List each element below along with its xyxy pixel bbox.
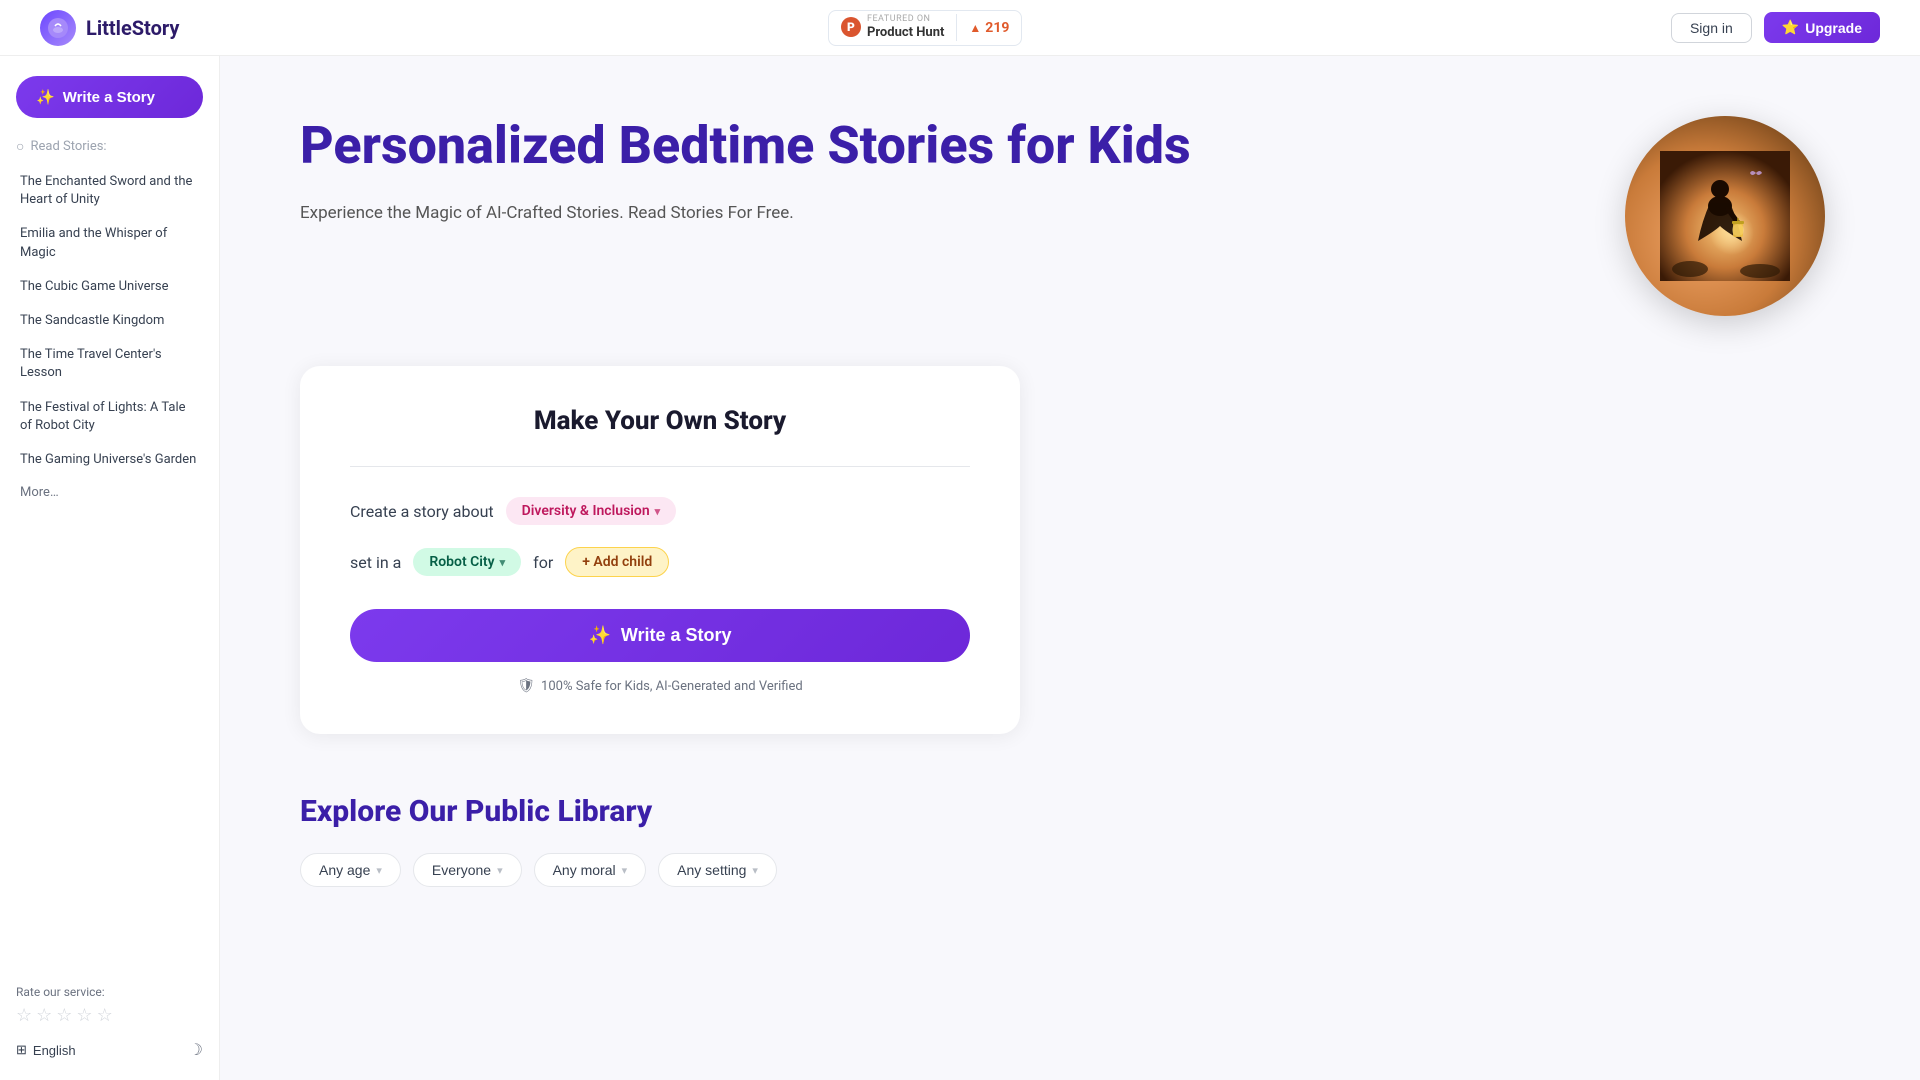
- sidebar-write-story-button[interactable]: ✨ Write a Story: [16, 76, 203, 118]
- ph-count: ▲ 219: [957, 20, 1021, 36]
- hero-title: Personalized Bedtime Stories for Kids: [300, 116, 1570, 176]
- filter-moral[interactable]: Any moral ▾: [534, 853, 647, 887]
- rate-service-label: Rate our service:: [16, 985, 203, 999]
- filter-audience[interactable]: Everyone ▾: [413, 853, 522, 887]
- ph-text: FEATURED ON Product Hunt: [867, 14, 944, 40]
- main-content: Personalized Bedtime Stories for Kids Ex…: [220, 56, 1920, 1080]
- story-maker-card: Make Your Own Story Create a story about…: [300, 366, 1020, 734]
- sidebar-story-item[interactable]: The Time Travel Center's Lesson: [16, 338, 203, 390]
- location-tag-label: Robot City: [429, 554, 494, 570]
- ph-logo-icon: P: [841, 17, 861, 37]
- sidebar-story-item[interactable]: The Enchanted Sword and the Heart of Uni…: [16, 165, 203, 217]
- sidebar-story-item[interactable]: Emilia and the Whisper of Magic: [16, 217, 203, 269]
- location-chevron-icon: ▾: [500, 556, 506, 569]
- filter-audience-chevron-icon: ▾: [497, 864, 503, 877]
- star-4[interactable]: ☆: [76, 1005, 92, 1026]
- product-hunt-badge[interactable]: P FEATURED ON Product Hunt ▲ 219: [828, 10, 1022, 46]
- upgrade-label: Upgrade: [1805, 20, 1862, 36]
- filter-moral-chevron-icon: ▾: [622, 864, 628, 877]
- sidebar-more-link[interactable]: More…: [16, 477, 203, 508]
- filter-setting-chevron-icon: ▾: [752, 864, 758, 877]
- library-title: Explore Our Public Library: [300, 794, 1020, 829]
- sidebar-story-list: The Enchanted Sword and the Heart of Uni…: [16, 165, 203, 477]
- star-2[interactable]: ☆: [36, 1005, 52, 1026]
- sidebar-story-item[interactable]: The Cubic Game Universe: [16, 270, 203, 304]
- story-options: Create a story about Diversity & Inclusi…: [350, 497, 970, 577]
- hero-image-area: [1610, 116, 1840, 316]
- shield-icon: 🛡: [517, 678, 535, 694]
- filter-audience-label: Everyone: [432, 862, 491, 878]
- write-story-main-button[interactable]: ✨ Write a Story: [350, 609, 970, 662]
- hero-illustration: [1660, 151, 1790, 281]
- logo[interactable]: LittleStory: [40, 10, 179, 46]
- sidebar-story-item[interactable]: The Gaming Universe's Garden: [16, 443, 203, 477]
- filter-setting-label: Any setting: [677, 862, 746, 878]
- library-section: Explore Our Public Library Any age ▾ Eve…: [300, 794, 1020, 887]
- grid-icon: ⊞: [16, 1042, 27, 1058]
- nav-center: P FEATURED ON Product Hunt ▲ 219: [828, 10, 1022, 46]
- location-tag[interactable]: Robot City ▾: [413, 548, 521, 576]
- sidebar-story-item[interactable]: The Sandcastle Kingdom: [16, 304, 203, 338]
- star-5[interactable]: ☆: [97, 1005, 113, 1026]
- create-label: Create a story about: [350, 502, 494, 521]
- sidebar: ✨ Write a Story ○ Read Stories: The Ench…: [0, 56, 220, 1080]
- sidebar-wand-icon: ✨: [36, 88, 55, 106]
- ph-name-label: Product Hunt: [867, 25, 944, 41]
- filter-setting[interactable]: Any setting ▾: [658, 853, 777, 887]
- topic-chevron-icon: ▾: [655, 505, 661, 518]
- main-layout: ✨ Write a Story ○ Read Stories: The Ench…: [0, 56, 1920, 1080]
- star-3[interactable]: ☆: [56, 1005, 72, 1026]
- write-story-main-label: Write a Story: [621, 625, 732, 646]
- circle-icon: ○: [16, 138, 24, 155]
- for-label: for: [533, 553, 553, 572]
- filter-age-chevron-icon: ▾: [376, 864, 382, 877]
- top-navigation: LittleStory P FEATURED ON Product Hunt ▲…: [0, 0, 1920, 56]
- safe-label: 🛡 100% Safe for Kids, AI-Generated and V…: [350, 678, 970, 694]
- read-stories-label: ○ Read Stories:: [16, 138, 203, 155]
- star-rating[interactable]: ☆ ☆ ☆ ☆ ☆: [16, 1005, 203, 1026]
- card-title: Make Your Own Story: [350, 406, 970, 436]
- hero-text: Personalized Bedtime Stories for Kids Ex…: [300, 116, 1570, 227]
- card-divider: [350, 466, 970, 467]
- filter-age-label: Any age: [319, 862, 370, 878]
- dark-mode-button[interactable]: ☽: [189, 1040, 203, 1060]
- filter-age[interactable]: Any age ▾: [300, 853, 401, 887]
- ph-featured-label: FEATURED ON: [867, 14, 944, 25]
- filter-row: Any age ▾ Everyone ▾ Any moral ▾ Any set…: [300, 853, 1020, 887]
- nav-right: Sign in ⭐ Upgrade: [1671, 12, 1880, 43]
- sign-in-button[interactable]: Sign in: [1671, 13, 1752, 43]
- sidebar-write-story-label: Write a Story: [63, 89, 155, 106]
- write-wand-icon: ✨: [588, 625, 610, 646]
- topic-tag-label: Diversity & Inclusion: [522, 503, 650, 519]
- moon-icon: ☽: [189, 1042, 203, 1059]
- sidebar-bottom: Rate our service: ☆ ☆ ☆ ☆ ☆ ⊞ English ☽: [16, 965, 203, 1060]
- upgrade-icon: ⭐: [1782, 19, 1799, 36]
- logo-icon: [40, 10, 76, 46]
- hero-subtitle: Experience the Magic of AI-Crafted Stori…: [300, 200, 800, 227]
- hero-image: [1625, 116, 1825, 316]
- lang-row: ⊞ English ☽: [16, 1040, 203, 1060]
- upgrade-button[interactable]: ⭐ Upgrade: [1764, 12, 1880, 43]
- hero-section: Personalized Bedtime Stories for Kids Ex…: [300, 116, 1840, 316]
- logo-text: LittleStory: [86, 16, 179, 40]
- set-in-label: set in a: [350, 553, 401, 572]
- ph-arrow-icon: ▲: [969, 21, 981, 35]
- language-button[interactable]: ⊞ English: [16, 1042, 76, 1058]
- read-stories-text: Read Stories:: [30, 139, 106, 154]
- ph-left: P FEATURED ON Product Hunt: [829, 14, 957, 40]
- topic-row: Create a story about Diversity & Inclusi…: [350, 497, 970, 525]
- language-label: English: [33, 1043, 76, 1058]
- safe-text: 100% Safe for Kids, AI-Generated and Ver…: [541, 679, 803, 694]
- ph-vote-count: 219: [985, 20, 1009, 36]
- add-child-label: + Add child: [582, 554, 652, 570]
- star-1[interactable]: ☆: [16, 1005, 32, 1026]
- topic-tag[interactable]: Diversity & Inclusion ▾: [506, 497, 677, 525]
- location-row: set in a Robot City ▾ for + Add child: [350, 547, 970, 577]
- add-child-tag[interactable]: + Add child: [565, 547, 669, 577]
- sidebar-story-item[interactable]: The Festival of Lights: A Tale of Robot …: [16, 391, 203, 443]
- filter-moral-label: Any moral: [553, 862, 616, 878]
